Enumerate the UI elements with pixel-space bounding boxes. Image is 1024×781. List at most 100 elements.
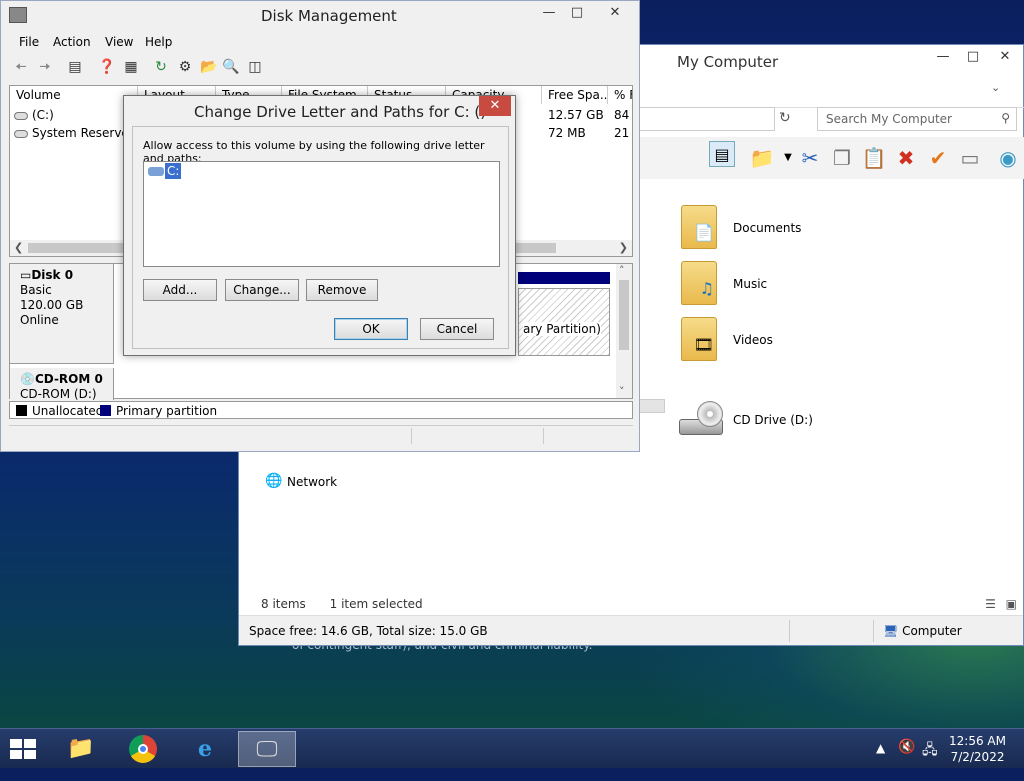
- item-label: CD Drive (D:): [733, 413, 813, 427]
- partition-block[interactable]: ary Partition): [518, 288, 610, 356]
- item-label: Videos: [733, 333, 773, 347]
- cdrom-0-label[interactable]: 💿CD-ROM 0 CD-ROM (D:): [10, 368, 114, 401]
- tiles-view-icon[interactable]: ▣: [1006, 597, 1017, 611]
- taskbar: 📁 e 🖵 ▲ 🔇 🖧 12:56 AM 7/2/2022: [0, 728, 1024, 768]
- vertical-scrollbar[interactable]: ˄ ˅: [616, 264, 632, 398]
- list-item[interactable]: 🎞 Videos: [681, 317, 881, 367]
- documents-folder-icon: 📄: [681, 205, 717, 249]
- close-button[interactable]: ✕: [595, 5, 635, 20]
- ribbon-expand-icon[interactable]: ⌄: [991, 81, 1000, 94]
- details-view-icon[interactable]: ☰: [985, 597, 996, 611]
- remove-button[interactable]: Remove: [306, 279, 378, 301]
- explorer-toolbar: ▤ 📁 ▼ ✂ ❐ 📋 ✖ ✔ ▭ ◉: [639, 137, 1024, 179]
- list-item[interactable]: 📄 Documents: [681, 205, 881, 255]
- menu-help[interactable]: Help: [145, 35, 172, 49]
- legend-primary: Primary partition: [116, 404, 218, 418]
- search-placeholder: Search My Computer: [826, 112, 952, 126]
- maximize-button[interactable]: □: [959, 49, 987, 64]
- volume-muted-icon[interactable]: 🔇: [898, 739, 915, 779]
- clock-time: 12:56 AM: [949, 734, 1006, 748]
- paste-icon[interactable]: 📋: [861, 145, 887, 171]
- dialog-title: Change Drive Letter and Paths for C: (): [194, 103, 487, 121]
- column-header-percent-free[interactable]: % F: [608, 86, 632, 104]
- paths-list[interactable]: C:: [143, 161, 500, 267]
- item-label: Documents: [733, 221, 802, 235]
- videos-folder-icon: 🎞: [681, 317, 717, 361]
- network-tray-icon[interactable]: 🖧: [922, 739, 938, 779]
- close-button[interactable]: ✕: [991, 49, 1019, 64]
- menu-view[interactable]: View: [105, 35, 133, 49]
- delete-icon[interactable]: ✖: [893, 145, 919, 171]
- menu-file[interactable]: File: [19, 35, 39, 49]
- copy-icon[interactable]: ❐: [829, 145, 855, 171]
- change-drive-letter-dialog[interactable]: Change Drive Letter and Paths for C: () …: [123, 95, 516, 356]
- shell-icon[interactable]: ◉: [995, 145, 1021, 171]
- list-view-icon[interactable]: ▦: [121, 57, 141, 77]
- scroll-up-icon[interactable]: ˄: [619, 264, 625, 277]
- cancel-button[interactable]: Cancel: [420, 318, 494, 340]
- checkmark-icon[interactable]: ✔: [925, 145, 951, 171]
- diskmgmt-statusbar: [9, 425, 633, 445]
- maximize-button[interactable]: □: [563, 5, 591, 20]
- path-label: C:: [165, 163, 182, 179]
- item-status: 8 items 1 item selected: [261, 597, 423, 611]
- clock[interactable]: 12:56 AM 7/2/2022: [949, 733, 1006, 765]
- chrome-icon[interactable]: [114, 731, 172, 767]
- cd-drive-icon: [679, 401, 727, 441]
- show-hidden-icons[interactable]: ▲: [876, 741, 885, 781]
- internet-explorer-icon[interactable]: e: [176, 731, 234, 767]
- location-status: 🖥 Computer: [883, 624, 962, 638]
- computer-icon: 🖥: [883, 624, 899, 638]
- properties-folder-icon[interactable]: 📁: [749, 145, 775, 171]
- volume-pct: 21: [614, 126, 630, 140]
- minimize-button[interactable]: —: [535, 5, 563, 20]
- search-input[interactable]: Search My Computer ⚲: [817, 107, 1017, 131]
- properties-icon[interactable]: ⚙: [175, 57, 195, 77]
- status-divider: [543, 428, 544, 444]
- ok-button[interactable]: OK: [334, 318, 408, 340]
- open-folder-icon[interactable]: 📂: [199, 57, 219, 77]
- add-button[interactable]: Add...: [143, 279, 217, 301]
- scroll-thumb[interactable]: [619, 280, 629, 350]
- volume-free: 72 MB: [548, 126, 586, 140]
- location-label: Computer: [902, 624, 962, 638]
- diskmgmt-titlebar[interactable]: Disk Management — □ ✕: [1, 1, 639, 31]
- dialog-close-button[interactable]: ✕: [479, 96, 511, 116]
- scroll-right-icon[interactable]: ❯: [619, 241, 628, 254]
- help-icon[interactable]: ❓: [97, 57, 117, 77]
- status-divider: [873, 620, 874, 642]
- layout-pane-icon[interactable]: ▤: [709, 141, 735, 167]
- item-label: Network: [287, 475, 338, 489]
- refresh-icon[interactable]: ↻: [779, 110, 791, 126]
- explorer-title: My Computer: [677, 53, 779, 71]
- list-item[interactable]: CD Drive (D:): [679, 401, 879, 451]
- back-arrow-icon[interactable]: 🠤: [11, 57, 31, 77]
- list-item[interactable]: ♫ Music: [681, 261, 881, 311]
- disk-management-taskbar-icon[interactable]: 🖵: [238, 731, 296, 767]
- column-header-volume[interactable]: Volume: [10, 86, 138, 104]
- rename-icon[interactable]: ▭: [957, 145, 983, 171]
- console-tree-icon[interactable]: ▤: [65, 57, 85, 77]
- volume-name: (C:): [32, 108, 54, 122]
- list-item[interactable]: C:: [148, 163, 182, 179]
- file-explorer-icon[interactable]: 📁: [52, 731, 110, 767]
- menu-action[interactable]: Action: [53, 35, 91, 49]
- scroll-left-icon[interactable]: ❮: [14, 241, 23, 254]
- minimize-button[interactable]: —: [929, 49, 957, 64]
- disk-0-label[interactable]: ▭Disk 0 Basic 120.00 GB Online: [10, 264, 114, 364]
- list-item[interactable]: 🌐 Network: [265, 471, 465, 495]
- cut-icon[interactable]: ✂: [797, 145, 823, 171]
- start-button[interactable]: [10, 739, 38, 761]
- column-header-free-space[interactable]: Free Spa...: [542, 86, 608, 104]
- space-status: Space free: 14.6 GB, Total size: 15.0 GB: [249, 624, 488, 638]
- rescan-icon[interactable]: ◫: [245, 57, 265, 77]
- volume-free: 12.57 GB: [548, 108, 604, 122]
- forward-arrow-icon[interactable]: 🠦: [35, 57, 55, 77]
- refresh-icon[interactable]: ↻: [151, 57, 171, 77]
- volume-icon: [14, 111, 28, 120]
- volume-icon: [14, 129, 28, 138]
- search-disk-icon[interactable]: 🔍: [221, 57, 241, 77]
- change-button[interactable]: Change...: [225, 279, 299, 301]
- address-bar[interactable]: [639, 107, 775, 131]
- scroll-down-icon[interactable]: ˅: [619, 385, 625, 398]
